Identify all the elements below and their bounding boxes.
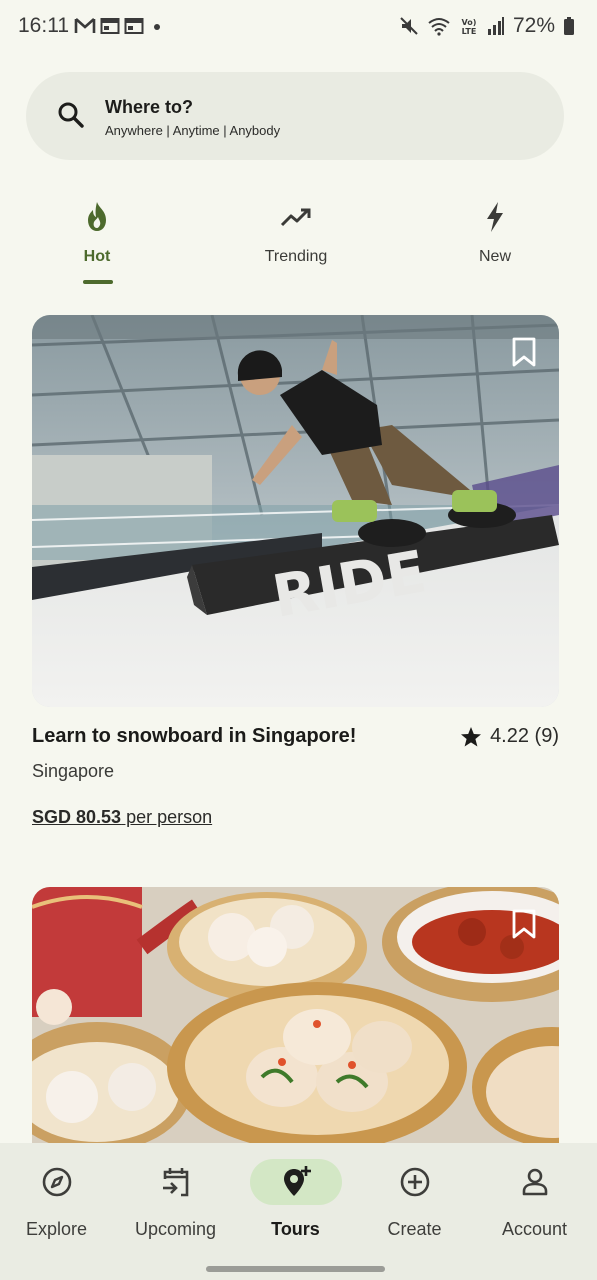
status-bar: 16:11 Vo) LTE 72% [0,0,597,54]
snowboard-photo: RIDE [32,315,559,707]
nav-account[interactable]: Account [475,1143,594,1263]
nav-upcoming-label: Upcoming [134,1219,217,1239]
star-icon [461,726,482,746]
svg-text:Vo): Vo) [462,18,477,27]
battery-percentage: 72% [512,14,555,37]
search-title: Where to? [105,97,193,117]
compass-icon [42,1167,71,1197]
volte-icon: Vo) LTE [462,18,477,36]
tab-new[interactable]: New [435,196,555,292]
signal-icon [487,17,504,35]
person-icon [522,1168,547,1196]
price-suffix: per person [121,807,213,827]
nav-create-label: Create [387,1219,442,1239]
nav-explore[interactable]: Explore [0,1143,116,1263]
listing-location: Singapore [32,761,115,781]
wifi-icon [428,18,450,36]
home-indicator[interactable] [206,1266,385,1272]
battery-icon [564,17,574,35]
listing-image[interactable] [32,887,559,1143]
active-tab-indicator [83,280,113,284]
listing-image[interactable]: RIDE [32,315,559,707]
nav-tours[interactable]: Tours [236,1143,355,1263]
search-subtitle: Anywhere | Anytime | Anybody [105,123,281,138]
calendar-icon [124,18,144,34]
tab-hot[interactable]: Hot [37,196,157,292]
nav-upcoming[interactable]: Upcoming [116,1143,235,1263]
nav-create[interactable]: Create [355,1143,474,1263]
tab-trending-label: Trending [264,248,328,265]
search-bar[interactable]: Where to? Anywhere | Anytime | Anybody [26,72,564,160]
price-amount: SGD 80.53 [32,807,122,827]
gmail-icon [74,18,96,33]
listing-price[interactable]: SGD 80.53 per person [32,807,212,828]
tab-new-label: New [478,248,511,265]
flame-icon [88,202,106,231]
bottom-navigation: Explore Upcoming Tours Create Account [0,1143,597,1280]
notification-icons [74,17,164,35]
nav-tours-label: Tours [271,1219,320,1239]
map-pin-add-icon [283,1166,311,1196]
bookmark-icon[interactable] [511,337,537,367]
nav-account-label: Account [501,1219,568,1239]
system-icons: Vo) LTE 72% [399,14,575,38]
nav-explore-label: Explore [25,1219,88,1239]
tab-trending[interactable]: Trending [236,196,356,292]
listing-title[interactable]: Learn to snowboard in Singapore! [32,725,356,748]
dot-icon [154,24,160,30]
mute-icon [400,17,418,35]
svg-text:LTE: LTE [462,27,477,36]
trending-icon [280,208,311,227]
listing-rating: 4.22 (9) [460,725,559,748]
rating-value: 4.22 (9) [490,725,559,747]
calendar-icon [100,18,120,34]
search-icon [58,102,84,128]
plus-circle-icon [400,1167,429,1197]
dimsum-photo [32,887,559,1143]
tab-hot-label: Hot [83,248,111,265]
bookmark-icon[interactable] [511,909,537,939]
bolt-icon [487,202,503,232]
calendar-arrow-icon [162,1168,188,1197]
status-time: 16:11 [18,14,69,37]
